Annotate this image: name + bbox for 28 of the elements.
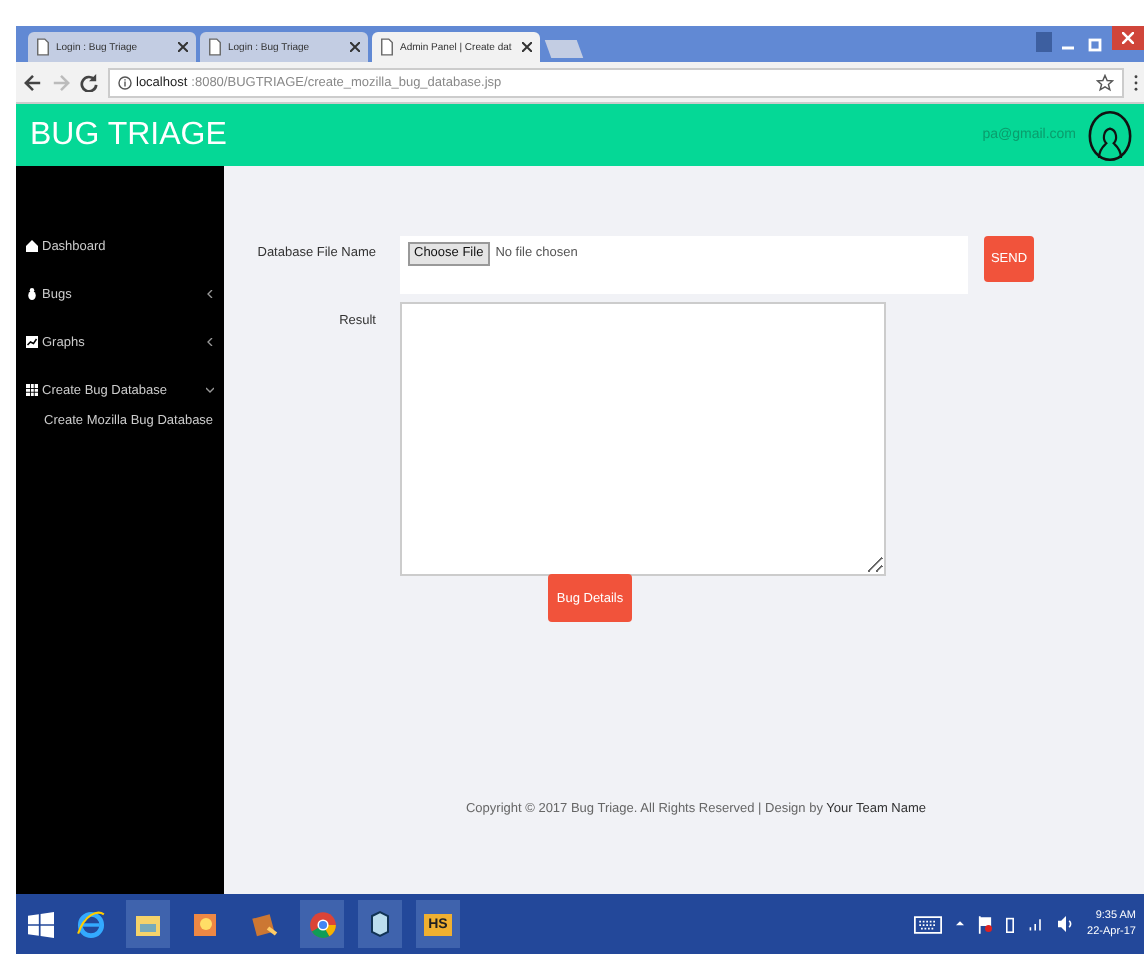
chart-icon xyxy=(26,336,38,348)
page-icon xyxy=(208,38,222,56)
keyboard-icon[interactable] xyxy=(913,915,942,933)
close-icon xyxy=(1122,32,1134,44)
reload-icon[interactable] xyxy=(80,73,98,91)
windows-start-icon[interactable] xyxy=(28,911,54,937)
info-icon xyxy=(118,75,132,89)
battery-icon[interactable] xyxy=(1005,915,1014,933)
page-icon xyxy=(36,38,50,56)
table-icon xyxy=(26,384,38,396)
home-icon xyxy=(26,240,38,252)
star-icon[interactable] xyxy=(1096,73,1114,91)
tray-arrow-icon[interactable] xyxy=(955,920,964,928)
folder-icon[interactable] xyxy=(126,900,170,948)
chrome-icon[interactable] xyxy=(300,900,344,948)
back-icon[interactable] xyxy=(24,73,42,91)
close-icon[interactable] xyxy=(522,42,532,52)
close-icon[interactable] xyxy=(350,42,360,52)
close-button[interactable] xyxy=(1112,26,1144,50)
cylinder-app-icon[interactable] xyxy=(358,900,402,948)
user-avatar-icon[interactable] xyxy=(1088,109,1132,161)
speaker-icon[interactable] xyxy=(1057,916,1074,932)
close-icon[interactable] xyxy=(178,42,188,52)
flag-icon[interactable] xyxy=(977,915,992,933)
bug-icon xyxy=(26,288,38,300)
page-icon xyxy=(380,38,394,56)
signal-icon[interactable] xyxy=(1027,916,1044,932)
restore-icon[interactable] xyxy=(1088,36,1104,52)
